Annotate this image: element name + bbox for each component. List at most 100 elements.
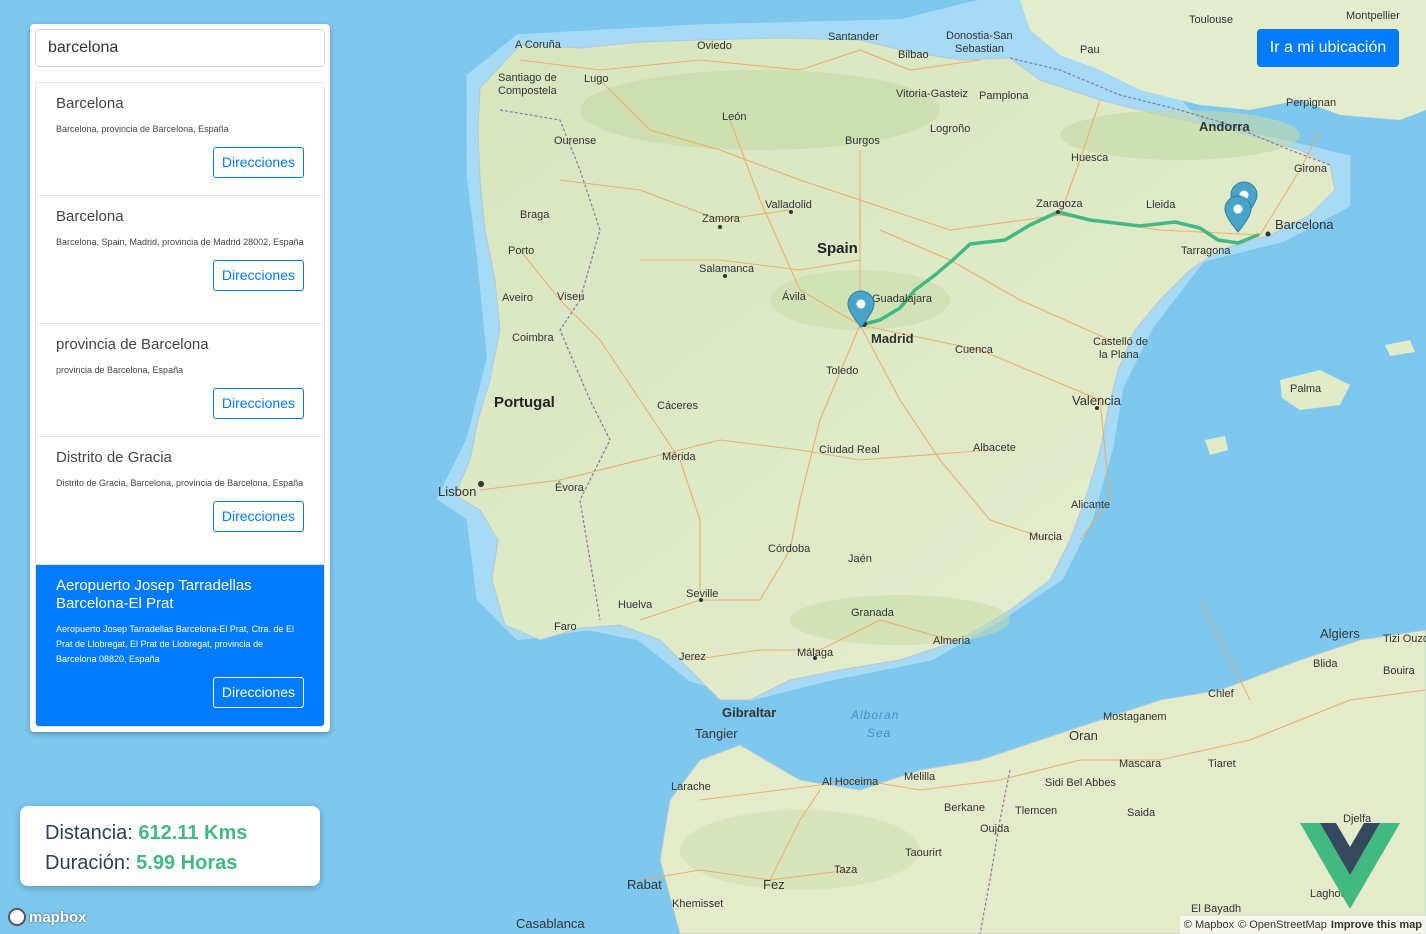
svg-text:Montpellier: Montpellier (1346, 10, 1400, 22)
svg-text:Murcia: Murcia (1029, 531, 1063, 543)
svg-text:Vitoria-Gasteiz: Vitoria-Gasteiz (896, 88, 968, 100)
svg-text:A Coruña: A Coruña (515, 39, 562, 51)
list-item[interactable]: Barcelona Barcelona, Spain, Madrid, prov… (36, 196, 324, 324)
svg-text:Pau: Pau (1080, 44, 1100, 56)
result-title: Barcelona (56, 208, 124, 225)
svg-text:Khemisset: Khemisset (672, 898, 723, 910)
go-to-my-location-button[interactable]: Ir a mi ubicación (1257, 29, 1399, 67)
improve-map-link[interactable]: Improve this map (1331, 919, 1422, 931)
svg-text:Cuenca: Cuenca (955, 344, 994, 356)
svg-text:Cáceres: Cáceres (657, 400, 698, 412)
svg-text:Castelló de: Castelló de (1093, 336, 1148, 348)
svg-text:Sea: Sea (867, 726, 891, 740)
svg-text:Oran: Oran (1069, 728, 1098, 743)
svg-text:Bilbao: Bilbao (898, 49, 929, 61)
list-item[interactable]: Distrito de Gracia Distrito de Gracia, B… (36, 437, 324, 565)
svg-text:Granada: Granada (851, 607, 895, 619)
mapbox-logo-text: mapbox (29, 908, 87, 926)
svg-text:Lleida: Lleida (1146, 199, 1176, 211)
svg-text:Valladolid: Valladolid (765, 199, 812, 211)
svg-text:Bouira: Bouira (1383, 665, 1416, 677)
svg-text:Ávila: Ávila (782, 290, 807, 303)
route-info-card: Distancia: 612.11 Kms Duración: 5.99 Hor… (20, 806, 320, 886)
svg-text:Tangier: Tangier (695, 726, 738, 741)
svg-text:Blida: Blida (1313, 658, 1338, 670)
svg-text:Alboran: Alboran (850, 708, 899, 722)
result-title: provincia de Barcelona (56, 336, 209, 353)
distance-label: Distancia: (45, 822, 133, 844)
svg-text:Valencia: Valencia (1072, 393, 1122, 408)
svg-text:Tiaret: Tiaret (1208, 758, 1236, 770)
svg-text:Mascara: Mascara (1119, 758, 1162, 770)
directions-button[interactable]: Direcciones (212, 501, 304, 532)
svg-text:Pamplona: Pamplona (979, 90, 1029, 102)
directions-button[interactable]: Direcciones (212, 260, 304, 291)
svg-text:Gibraltar: Gibraltar (722, 705, 776, 720)
svg-text:Zaragoza: Zaragoza (1036, 198, 1083, 210)
duration-value: 5.99 Horas (136, 852, 238, 874)
svg-text:Oviedo: Oviedo (697, 40, 732, 52)
svg-text:Taza: Taza (834, 864, 858, 876)
svg-text:Spain: Spain (817, 240, 858, 257)
svg-text:Melilla: Melilla (904, 771, 936, 783)
svg-text:Logroño: Logroño (930, 123, 970, 135)
svg-text:Palma: Palma (1290, 383, 1322, 395)
list-item[interactable]: provincia de Barcelona provincia de Barc… (36, 324, 324, 437)
svg-text:Tarragona: Tarragona (1181, 245, 1231, 257)
svg-text:Mérida: Mérida (662, 451, 697, 463)
svg-text:Alicante: Alicante (1071, 499, 1110, 511)
list-item-active[interactable]: Aeropuerto Josep Tarradellas Barcelona-E… (36, 565, 324, 726)
directions-button[interactable]: Direcciones (212, 388, 304, 419)
svg-text:Almeria: Almeria (933, 635, 971, 647)
svg-text:Ourense: Ourense (554, 135, 596, 147)
svg-text:Rabat: Rabat (627, 877, 662, 892)
svg-text:Jaén: Jaén (848, 553, 872, 565)
directions-button[interactable]: Direcciones (212, 677, 304, 708)
svg-text:Braga: Braga (520, 209, 550, 221)
result-address: Distrito de Gracia, Barcelona, provincia… (56, 478, 304, 488)
svg-text:Casablanca: Casablanca (516, 916, 585, 931)
svg-text:Lisbon: Lisbon (438, 484, 476, 499)
result-title: Aeropuerto Josep Tarradellas Barcelona-E… (56, 577, 252, 612)
duration-row: Duración: 5.99 Horas (45, 848, 295, 878)
list-item[interactable]: Barcelona Barcelona, provincia de Barcel… (36, 83, 324, 196)
svg-text:León: León (722, 111, 746, 123)
svg-text:Chlef: Chlef (1208, 688, 1235, 700)
svg-text:Zamora: Zamora (702, 213, 741, 225)
result-title: Distrito de Gracia (56, 449, 172, 466)
results-list: Barcelona Barcelona, provincia de Barcel… (35, 82, 325, 727)
vue-logo (1300, 823, 1400, 909)
svg-text:Seville: Seville (686, 588, 718, 600)
directions-button[interactable]: Direcciones (212, 147, 304, 178)
svg-text:Albacete: Albacete (973, 442, 1016, 454)
distance-row: Distancia: 612.11 Kms (45, 818, 295, 848)
svg-text:Saida: Saida (1127, 807, 1156, 819)
result-address: provincia de Barcelona, España (56, 365, 184, 375)
osm-copyright-link[interactable]: © OpenStreetMap (1238, 919, 1327, 931)
svg-text:Toulouse: Toulouse (1189, 14, 1233, 26)
svg-text:Huesca: Huesca (1071, 152, 1109, 164)
mapbox-logo-icon (8, 908, 26, 926)
svg-text:Huelva: Huelva (618, 599, 653, 611)
svg-text:Portugal: Portugal (494, 394, 555, 411)
svg-text:Guadalajara: Guadalajara (872, 293, 933, 305)
svg-text:Algiers: Algiers (1320, 626, 1360, 641)
duration-label: Duración: (45, 852, 131, 874)
mapbox-logo[interactable]: mapbox (8, 908, 87, 926)
result-title: Barcelona (56, 95, 124, 112)
svg-text:Taourirt: Taourirt (905, 847, 942, 859)
search-input[interactable] (35, 29, 325, 67)
mapbox-copyright-link[interactable]: © Mapbox (1184, 919, 1234, 931)
svg-text:Burgos: Burgos (845, 135, 880, 147)
svg-text:Tlemcen: Tlemcen (1015, 805, 1057, 817)
svg-text:Évora: Évora (555, 481, 585, 494)
svg-text:Santiago de: Santiago de (498, 72, 557, 84)
svg-text:Tizi Ouzou: Tizi Ouzou (1383, 633, 1426, 645)
svg-text:Córdoba: Córdoba (768, 543, 811, 555)
svg-text:Málaga: Málaga (797, 647, 834, 659)
svg-text:Ciudad Real: Ciudad Real (819, 444, 880, 456)
svg-text:Aveiro: Aveiro (502, 292, 533, 304)
result-address: Aeropuerto Josep Tarradellas Barcelona-E… (56, 624, 294, 664)
svg-text:Sidi Bel Abbes: Sidi Bel Abbes (1045, 777, 1116, 789)
svg-text:Donostia-San: Donostia-San (946, 30, 1013, 42)
